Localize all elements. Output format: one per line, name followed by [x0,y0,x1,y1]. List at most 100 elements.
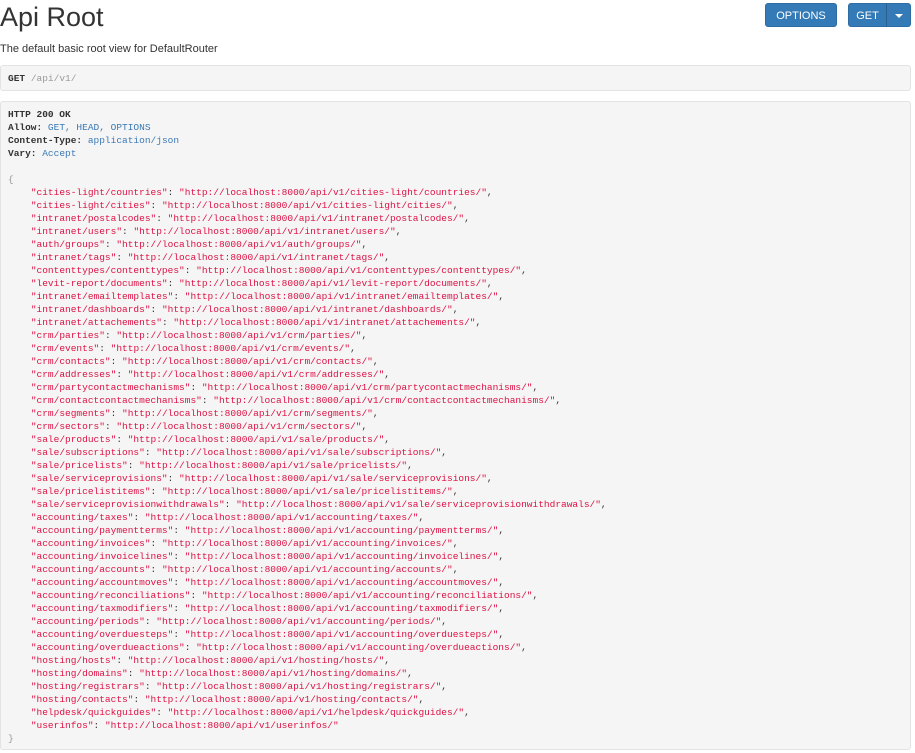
json-link[interactable]: "http://localhost:8000/api/v1/hosting/re… [156,681,441,692]
json-link[interactable]: "http://localhost:8000/api/v1/crm/contac… [213,395,555,406]
json-link[interactable]: "http://localhost:8000/api/v1/accounting… [145,512,419,523]
json-link[interactable]: "http://localhost:8000/api/v1/hosting/co… [145,694,419,705]
json-entry: "sale/pricelists": "http://localhost:800… [30,460,413,471]
json-entry: "crm/parties": "http://localhost:8000/ap… [30,330,368,341]
json-entry: "sale/subscriptions": "http://localhost:… [30,447,447,458]
options-button[interactable]: OPTIONS [765,3,837,27]
json-link[interactable]: "http://localhost:8000/api/v1/crm/addres… [128,369,385,380]
response-header-key: Vary: [8,148,37,159]
json-link[interactable]: "http://localhost:8000/api/v1/sale/servi… [179,473,487,484]
json-entry: "auth/groups": "http://localhost:8000/ap… [30,239,368,250]
json-link[interactable]: "http://localhost:8000/api/v1/accounting… [185,577,499,588]
json-link[interactable]: "http://localhost:8000/api/v1/crm/sector… [116,421,361,432]
response-body: HTTP 200 OK Allow: GET, HEAD, OPTIONS Cont… [0,101,911,750]
json-link[interactable]: "http://localhost:8000/api/v1/accounting… [202,590,533,601]
json-link[interactable]: "http://localhost:8000/api/v1/intranet/p… [168,213,464,224]
json-key: "accounting/overduesteps" [30,629,174,640]
json-entry: "cities-light/countries": "http://localh… [30,187,493,198]
json-link[interactable]: "http://localhost:8000/api/v1/accounting… [196,642,521,653]
json-key: "accounting/invoicelines" [30,551,174,562]
json-link[interactable]: "http://localhost:8000/api/v1/cities-lig… [179,187,487,198]
json-entry: "sale/serviceprovisionwithdrawals": "htt… [30,499,607,510]
json-key: "accounting/accountmoves" [30,577,174,588]
json-entry: "crm/segments": "http://localhost:8000/a… [30,408,379,419]
response-header: Allow: GET, HEAD, OPTIONS [8,121,903,134]
json-link[interactable]: "http://localhost:8000/api/v1/sale/produ… [128,434,385,445]
json-key: "hosting/contacts" [30,694,134,705]
json-key: "accounting/reconciliations" [30,590,191,601]
json-key: "intranet/dashboards" [30,304,151,315]
json-link[interactable]: "http://localhost:8000/api/v1/contenttyp… [196,265,521,276]
json-link[interactable]: "http://localhost:8000/api/v1/accounting… [185,629,499,640]
json-link[interactable]: "http://localhost:8000/api/v1/accounting… [185,551,499,562]
request-info: GET /api/v1/ [0,65,911,91]
json-entry: "crm/events": "http://localhost:8000/api… [30,343,356,354]
json-link[interactable]: "http://localhost:8000/api/v1/crm/contac… [122,356,373,367]
json-link[interactable]: "http://localhost:8000/api/v1/crm/partie… [116,330,361,341]
json-key: "accounting/taxes" [30,512,134,523]
json-entry: "intranet/users": "http://localhost:8000… [30,226,402,237]
json-link[interactable]: "http://localhost:8000/api/v1/intranet/t… [128,252,385,263]
json-link[interactable]: "http://localhost:8000/api/v1/userinfos/… [105,720,339,731]
json-link[interactable]: "http://localhost:8000/api/v1/accounting… [185,603,499,614]
json-link[interactable]: "http://localhost:8000/api/v1/intranet/d… [162,304,453,315]
json-link[interactable]: "http://localhost:8000/api/v1/intranet/a… [173,317,475,328]
json-entry: "accounting/overdueactions": "http://loc… [30,642,527,653]
json-key: "intranet/tags" [30,252,117,263]
json-key: "sale/serviceprovisions" [30,473,168,484]
json-key: "userinfos" [30,720,94,731]
json-key: "crm/addresses" [30,369,117,380]
json-entry: "accounting/accountmoves": "http://local… [30,577,505,588]
response-header: Content-Type: application/json [8,134,903,147]
json-key: "accounting/invoices" [30,538,151,549]
json-link[interactable]: "http://localhost:8000/api/v1/crm/events… [111,343,350,354]
json-entry: "intranet/emailtemplates": "http://local… [30,291,505,302]
json-link[interactable]: "http://localhost:8000/api/v1/crm/partyc… [202,382,533,393]
json-link[interactable]: "http://localhost:8000/api/v1/sale/price… [162,486,453,497]
json-link[interactable]: "http://localhost:8000/api/v1/helpdesk/q… [168,707,464,718]
json-entry: "cities-light/cities": "http://localhost… [30,200,459,211]
json-entry: "crm/partycontactmechanisms": "http://lo… [30,382,539,393]
json-entry: "accounting/paymentterms": "http://local… [30,525,505,536]
json-link[interactable]: "http://localhost:8000/api/v1/auth/group… [116,239,361,250]
json-link[interactable]: "http://localhost:8000/api/v1/crm/segmen… [122,408,373,419]
json-entry: "accounting/overduesteps": "http://local… [30,629,505,640]
json-link[interactable]: "http://localhost:8000/api/v1/accounting… [162,538,453,549]
get-format-dropdown-button[interactable] [886,3,911,27]
json-link[interactable]: "http://localhost:8000/api/v1/cities-lig… [162,200,453,211]
json-key: "accounting/overdueactions" [30,642,185,653]
page-title: Api Root [0,2,104,32]
get-button[interactable]: GET [848,3,887,27]
json-link[interactable]: "http://localhost:8000/api/v1/intranet/e… [185,291,499,302]
json-link[interactable]: "http://localhost:8000/api/v1/sale/price… [139,460,407,471]
json-key: "crm/parties" [30,330,105,341]
json-entry: "accounting/taxmodifiers": "http://local… [30,603,505,614]
json-key: "auth/groups" [30,239,105,250]
json-key: "hosting/domains" [30,668,128,679]
json-key: "crm/events" [30,343,100,354]
json-entry: "accounting/accounts": "http://localhost… [30,564,459,575]
json-key: "crm/partycontactmechanisms" [30,382,191,393]
json-key: "crm/contacts" [30,356,111,367]
json-link[interactable]: "http://localhost:8000/api/v1/accounting… [185,525,499,536]
json-link[interactable]: "http://localhost:8000/api/v1/hosting/do… [139,668,407,679]
json-link[interactable]: "http://localhost:8000/api/v1/sale/servi… [236,499,601,510]
page-description: The default basic root view for DefaultR… [0,43,218,55]
json-link[interactable]: "http://localhost:8000/api/v1/accounting… [162,564,453,575]
json-entry: "hosting/registrars": "http://localhost:… [30,681,447,692]
json-link[interactable]: "http://localhost:8000/api/v1/intranet/u… [133,226,395,237]
json-entry: "accounting/taxes": "http://localhost:80… [30,512,425,523]
json-key: "crm/segments" [30,408,111,419]
json-entry: "intranet/attachements": "http://localho… [30,317,482,328]
json-entry: "accounting/periods": "http://localhost:… [30,616,447,627]
json-key: "helpdesk/quickguides" [30,707,157,718]
response-status: HTTP 200 OK [8,109,71,120]
json-key: "hosting/hosts" [30,655,117,666]
json-key: "sale/subscriptions" [30,447,145,458]
json-link[interactable]: "http://localhost:8000/api/v1/hosting/ho… [128,655,385,666]
json-key: "intranet/emailtemplates" [30,291,174,302]
json-link[interactable]: "http://localhost:8000/api/v1/accounting… [156,616,441,627]
json-link[interactable]: "http://localhost:8000/api/v1/sale/subsc… [156,447,441,458]
json-link[interactable]: "http://localhost:8000/api/v1/levit-repo… [179,278,487,289]
json-entry: "sale/serviceprovisions": "http://localh… [30,473,493,484]
